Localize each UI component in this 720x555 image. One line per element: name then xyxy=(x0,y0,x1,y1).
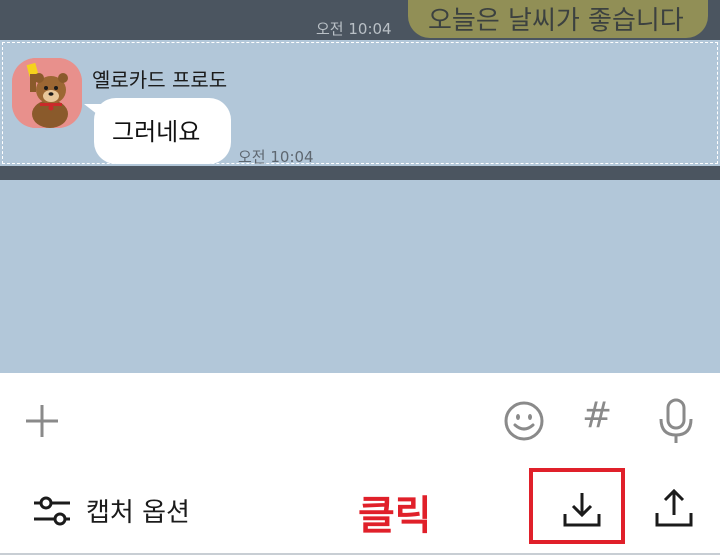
sliders-icon xyxy=(32,493,72,529)
hashtag-icon[interactable]: # xyxy=(582,395,612,436)
previous-message-bubble: 오늘은 날씨가 좋습니다 xyxy=(408,0,708,38)
sender-name: 옐로카드 프로도 xyxy=(92,68,228,92)
emoji-icon[interactable] xyxy=(502,399,546,443)
mic-icon[interactable] xyxy=(656,397,696,445)
previous-message-text: 오늘은 날씨가 좋습니다 xyxy=(428,6,684,36)
message-text: 그러네요 xyxy=(112,118,201,146)
chat-background xyxy=(0,180,720,373)
download-icon[interactable] xyxy=(562,489,602,529)
bottom-toolbar: # 캡처 옵션 클릭 xyxy=(0,373,720,555)
previous-message-time: 오전 10:04 xyxy=(316,20,392,38)
message-time: 오전 10:04 xyxy=(238,148,314,166)
selected-message-area[interactable]: 옐로카드 프로도 그러네요 오전 10:04 xyxy=(0,40,720,166)
frodo-avatar-icon[interactable] xyxy=(12,58,82,128)
share-icon[interactable] xyxy=(654,487,694,529)
message-bubble[interactable]: 그러네요 xyxy=(94,98,231,164)
click-annotation: 클릭 xyxy=(358,493,432,539)
capture-options-label: 캡처 옵션 xyxy=(86,498,190,528)
plus-icon[interactable] xyxy=(22,401,62,441)
dimmed-previous-message: 오늘은 날씨가 좋습니다 오전 10:04 xyxy=(0,0,720,40)
dimmed-divider xyxy=(0,166,720,180)
